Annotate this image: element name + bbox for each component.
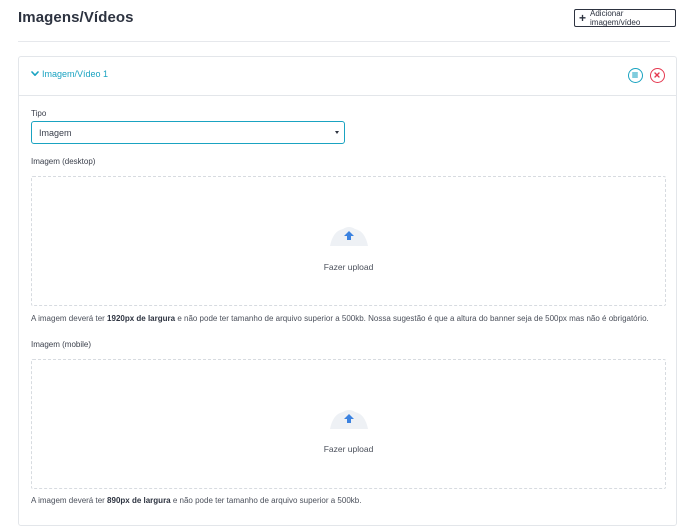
mobile-upload-text: Fazer upload <box>323 444 374 454</box>
header-divider <box>18 41 670 42</box>
media-item-header: Imagem/Vídeo 1 <box>19 57 676 96</box>
upload-icon <box>330 227 368 246</box>
menu-button[interactable] <box>628 68 643 83</box>
desktop-image-label: Imagem (desktop) <box>31 157 96 166</box>
mobile-image-label: Imagem (mobile) <box>31 340 92 349</box>
remove-item-button[interactable] <box>650 68 665 83</box>
desktop-upload-text: Fazer upload <box>323 262 374 272</box>
add-image-video-button[interactable]: + Adicionar imagem/vídeo <box>574 9 676 27</box>
type-select[interactable]: Imagem <box>31 121 345 144</box>
mobile-upload-dropzone[interactable]: Fazer upload <box>31 359 666 489</box>
upload-icon <box>330 410 368 429</box>
media-item-toggle[interactable]: Imagem/Vídeo 1 <box>31 69 108 79</box>
media-item-title: Imagem/Vídeo 1 <box>42 69 109 79</box>
add-image-video-label: Adicionar imagem/vídeo <box>590 9 641 27</box>
type-select-value: Imagem <box>39 127 72 138</box>
media-item-card: Imagem/Vídeo 1 Tipo Imagem Imagem (deskt… <box>18 56 677 526</box>
type-label: Tipo <box>31 109 47 118</box>
menu-icon <box>632 72 638 78</box>
desktop-upload-dropzone[interactable]: Fazer upload <box>31 176 666 306</box>
mobile-image-hint: A imagem deverá ter 890px de largura e n… <box>31 496 362 505</box>
plus-icon: + <box>579 10 587 25</box>
caret-down-icon <box>335 131 339 134</box>
close-icon <box>654 72 660 78</box>
page-title: Imagens/Vídeos <box>18 9 134 26</box>
chevron-down-icon <box>31 71 39 76</box>
desktop-image-hint: A imagem deverá ter 1920px de largura e … <box>31 314 649 323</box>
